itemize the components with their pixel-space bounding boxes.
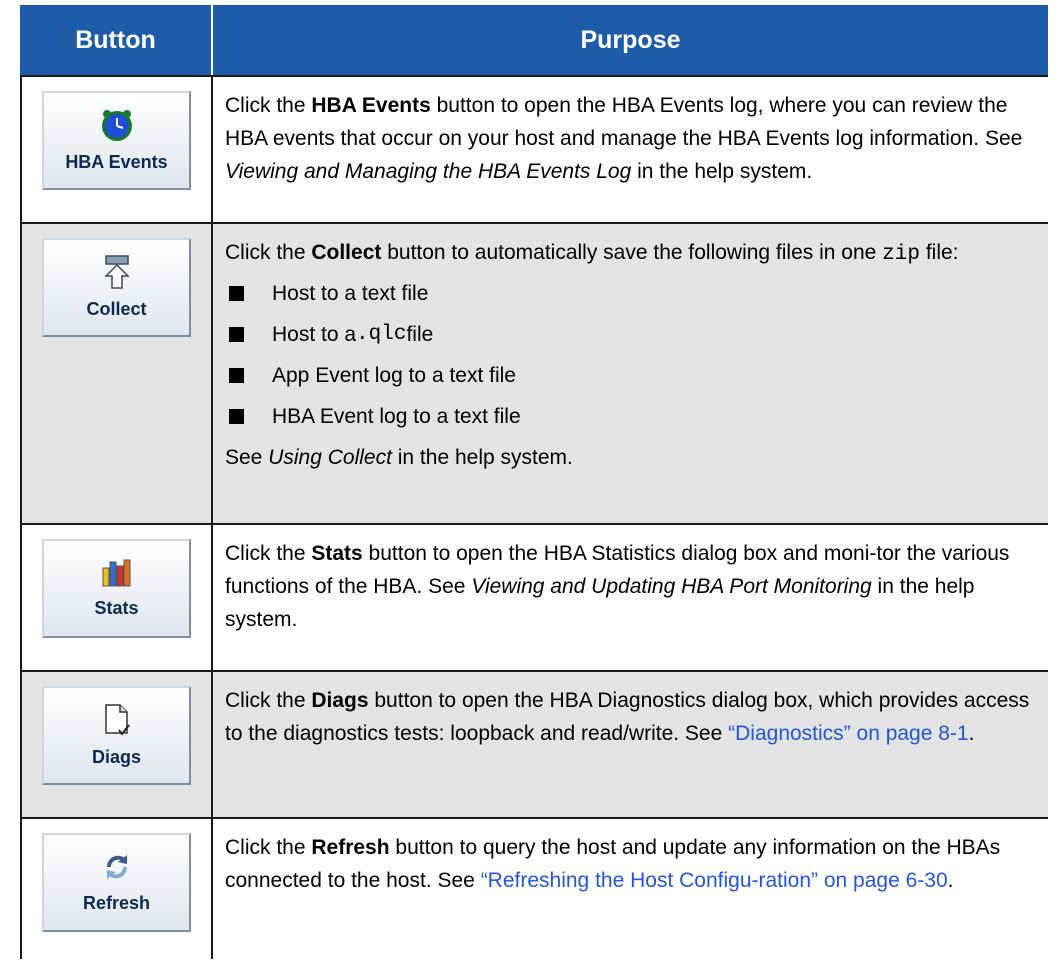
table-row: Diags Click the Diags button to open the… (20, 670, 1048, 817)
button-cell: Refresh (20, 819, 211, 959)
button-label: Diags (91, 747, 142, 767)
purpose-cell: Click the Diags button to open the HBA D… (211, 672, 1048, 817)
help-reference: Viewing and Managing the HBA Events Log (225, 160, 632, 183)
diags-button[interactable]: Diags (42, 686, 191, 785)
paragraph: See Using Collect in the help system. (225, 441, 1038, 474)
text: See (225, 446, 269, 469)
text: Click the (225, 836, 312, 859)
text: . (968, 722, 975, 745)
help-reference: Using Collect (268, 446, 392, 469)
list-item: HBA Event log to a text file (225, 400, 1038, 433)
header-button: Button (75, 25, 156, 54)
list-item: Host to a .qlc file (225, 318, 1038, 351)
text: Click the (225, 94, 312, 117)
bar-chart-icon (102, 559, 130, 587)
text: button to automatically save the followi… (381, 241, 883, 264)
bullet-icon (229, 286, 244, 301)
button-purpose-table: Button Purpose HBA Events Click the HBA … (20, 5, 1048, 959)
button-cell: Diags (20, 672, 211, 817)
refreshing-host-configuration-link[interactable]: “Refreshing the Host Configu-ration” on … (481, 869, 948, 892)
bullet-icon (229, 409, 244, 424)
text: Click the (225, 689, 312, 712)
code-text: zip (882, 243, 920, 266)
bold-text: Stats (311, 542, 363, 565)
bullet-icon (229, 368, 244, 383)
button-label: HBA Events (65, 152, 168, 172)
purpose-cell: Click the Collect button to automaticall… (211, 224, 1048, 523)
stats-button[interactable]: Stats (42, 539, 191, 638)
code-text: .qlc (356, 323, 407, 346)
refresh-icon (106, 855, 127, 879)
header-purpose: Purpose (211, 5, 1048, 75)
text: Click the (225, 542, 312, 565)
arrow-up-icon (103, 255, 130, 289)
button-cell: Collect (20, 224, 211, 523)
bold-text: Refresh (311, 836, 390, 859)
purpose-cell: Click the HBA Events button to open the … (211, 77, 1048, 222)
text: Click the (225, 241, 312, 264)
purpose-cell: Click the Stats button to open the HBA S… (211, 525, 1048, 670)
purpose-cell: Click the Refresh button to query the ho… (211, 819, 1048, 959)
paragraph: Click the Collect button to automaticall… (225, 236, 1038, 271)
text: HBA Event log to a text file (272, 405, 521, 428)
text: in the help system. (631, 160, 813, 183)
collect-button[interactable]: Collect (42, 238, 191, 337)
text: file (406, 323, 434, 346)
list-item: Host to a text file (225, 277, 1038, 310)
diagnostics-link[interactable]: “Diagnostics” on page 8-1 (728, 722, 968, 745)
bold-text: Collect (311, 241, 382, 264)
clock-icon (101, 110, 132, 141)
button-label: Stats (94, 598, 139, 618)
button-label: Refresh (82, 893, 151, 913)
table-row: Stats Click the Stats button to open the… (20, 523, 1048, 670)
document-check-icon (104, 704, 130, 736)
table-header: Button Purpose (20, 5, 1048, 75)
table-row: HBA Events Click the HBA Events button t… (20, 75, 1048, 222)
button-cell: Stats (20, 525, 211, 670)
bullet-icon (229, 327, 244, 342)
help-reference: Viewing and Updating HBA Port Monitoring (471, 575, 872, 598)
bold-text: Diags (311, 689, 369, 712)
text: Host to a text file (272, 282, 429, 305)
text: Host to a (272, 323, 357, 346)
text: App Event log to a text file (272, 364, 516, 387)
refresh-button[interactable]: Refresh (42, 833, 191, 932)
table-row: Collect Click the Collect button to auto… (20, 222, 1048, 523)
table-row: Refresh Click the Refresh button to quer… (20, 817, 1048, 959)
bold-text: HBA Events (311, 94, 431, 117)
button-label: Collect (86, 299, 147, 319)
text: . (947, 869, 954, 892)
text: in the help system. (391, 446, 573, 469)
text: file: (919, 241, 959, 264)
hba-events-button[interactable]: HBA Events (42, 91, 191, 190)
list-item: App Event log to a text file (225, 359, 1038, 392)
button-cell: HBA Events (20, 77, 211, 222)
